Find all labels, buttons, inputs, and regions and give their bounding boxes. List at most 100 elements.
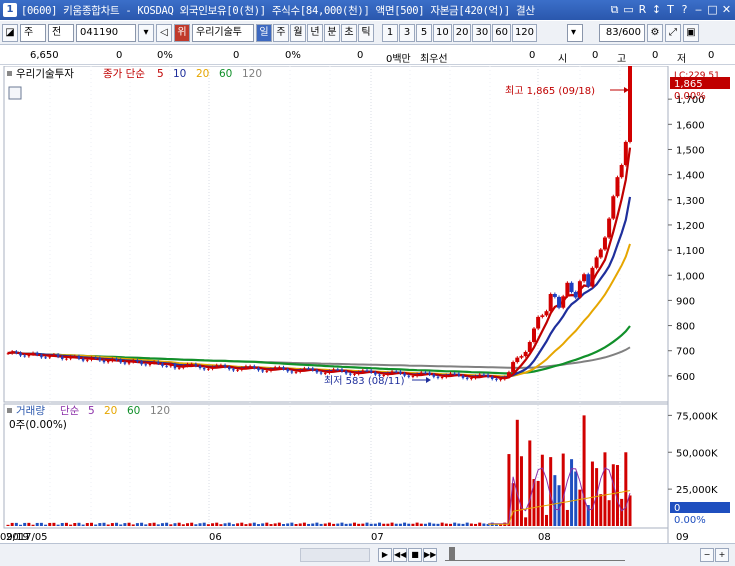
price-panel xyxy=(3,65,669,403)
text-icon[interactable]: T xyxy=(664,2,677,17)
interval-button-120[interactable]: 120 xyxy=(511,23,538,42)
priority-value: 0 xyxy=(529,50,536,61)
window-icon[interactable]: ▭ xyxy=(622,2,635,17)
candle-body xyxy=(198,365,202,369)
interval-button-30[interactable]: 30 xyxy=(472,23,492,42)
candle-body xyxy=(106,360,110,363)
candle-body xyxy=(561,296,566,308)
reserve-icon[interactable]: R xyxy=(636,2,649,17)
candle-body xyxy=(478,374,481,377)
candle-body xyxy=(415,373,419,376)
candle-body xyxy=(244,366,248,368)
price-tick-label: 800 xyxy=(676,322,695,333)
chart-area[interactable]: 600 700 800 900 1,000 1,100 1,200 1,300 1,400 1,5… xyxy=(0,56,735,566)
period-select[interactable]: 주 xyxy=(20,23,46,42)
candle-body xyxy=(265,370,269,372)
stock-name-button[interactable]: 위 xyxy=(174,23,190,42)
settings-icon[interactable]: ⚙ xyxy=(647,23,664,42)
volume-bar xyxy=(31,524,35,526)
help-icon[interactable]: ? xyxy=(678,2,691,17)
volume-bar xyxy=(81,524,85,526)
chevron-down-icon[interactable]: ▾ xyxy=(138,23,154,42)
volume-bar xyxy=(77,522,81,526)
low-value: 0 xyxy=(708,50,715,61)
candle-body xyxy=(236,369,239,371)
volume-bar xyxy=(369,523,373,526)
interval-dropdown[interactable]: ▾ xyxy=(567,23,584,42)
volume-bar xyxy=(315,522,319,526)
last-pct-box: 0.00% xyxy=(674,91,706,102)
candle-body xyxy=(557,296,562,308)
window-title: [0600] 키움종합차트 - KOSDAQ 외국인보유[0(천)] 주식수[8… xyxy=(21,4,535,17)
zoom-out-button[interactable]: − xyxy=(700,548,714,562)
nav-button-1[interactable]: ◀◀ xyxy=(393,548,407,562)
candle-body xyxy=(148,363,152,365)
sort-icon[interactable]: ↕ xyxy=(650,2,663,17)
type-select[interactable]: 전 xyxy=(48,23,74,42)
volume-bar xyxy=(436,523,440,526)
zoom-slider-handle[interactable] xyxy=(449,547,455,561)
volume-bar xyxy=(620,498,624,526)
interval-button-5[interactable]: 5 xyxy=(416,23,432,42)
zoom-in-button[interactable]: + xyxy=(715,548,729,562)
nav-button-2[interactable]: ■ xyxy=(408,548,422,562)
candle-body xyxy=(61,356,64,360)
speaker-icon[interactable]: ◁ xyxy=(156,23,172,42)
interval-button-60[interactable]: 60 xyxy=(492,23,511,42)
volume-bar xyxy=(332,523,336,526)
scroll-track[interactable] xyxy=(300,548,370,562)
save-icon[interactable]: ▣ xyxy=(683,23,700,42)
volume-bar xyxy=(206,524,210,526)
volume-bar xyxy=(444,523,448,526)
price-chart-svg[interactable]: 6007008009001,0001,1001,2001,3001,4001,5… xyxy=(0,56,735,544)
period-button-1[interactable]: 주 xyxy=(273,23,289,42)
period-button-6[interactable]: 틱 xyxy=(358,23,374,42)
candle-body xyxy=(470,378,473,380)
period-button-3[interactable]: 년 xyxy=(307,23,323,42)
candle-body xyxy=(531,328,536,343)
volume-bar xyxy=(48,522,52,526)
close-icon[interactable]: ✕ xyxy=(720,2,733,17)
calendar-icon[interactable] xyxy=(8,86,22,100)
chart-type-icon[interactable]: ◪ xyxy=(2,23,18,42)
interval-button-3[interactable]: 3 xyxy=(399,23,415,42)
candle-body xyxy=(152,361,156,364)
volume-bar xyxy=(340,522,344,526)
interval-button-1[interactable]: 1 xyxy=(382,23,398,42)
candle-body xyxy=(340,369,344,372)
volume-bar xyxy=(348,523,352,526)
price-tick-label: 1,500 xyxy=(676,145,705,156)
candle-body xyxy=(202,368,206,370)
maximize-icon[interactable]: □ xyxy=(706,2,719,17)
volume-bar xyxy=(194,524,198,526)
stock-code-input[interactable]: 041190 xyxy=(76,23,136,42)
volume-bar xyxy=(382,523,386,526)
candle-body xyxy=(90,357,93,360)
candle-body xyxy=(215,365,218,367)
period-button-0[interactable]: 일 xyxy=(256,23,272,42)
price-tick-label: 600 xyxy=(676,372,695,383)
zoom-slider[interactable] xyxy=(445,549,625,561)
candle-body xyxy=(440,376,444,378)
open-value: 0 xyxy=(592,50,599,61)
nav-button-0[interactable]: ▶ xyxy=(378,548,392,562)
volume-bar xyxy=(186,523,190,526)
period-button-2[interactable]: 월 xyxy=(290,23,306,42)
candle-body xyxy=(353,373,356,375)
candle-body xyxy=(290,371,294,373)
interval-button-10[interactable]: 10 xyxy=(433,23,452,42)
candle-body xyxy=(44,357,47,359)
copy-icon[interactable]: ⧉ xyxy=(608,2,621,17)
candle-body xyxy=(19,352,22,356)
minimize-icon[interactable]: ‒ xyxy=(692,2,705,17)
period-button-5[interactable]: 초 xyxy=(341,23,357,42)
candle-body xyxy=(10,351,14,354)
nav-button-3[interactable]: ▶▶ xyxy=(423,548,437,562)
stock-name-field[interactable]: 우리기술투 xyxy=(192,23,254,42)
candle-body xyxy=(445,374,448,377)
interval-button-20[interactable]: 20 xyxy=(452,23,472,42)
volume-bar xyxy=(123,523,127,526)
zoom-icon[interactable]: ⤢ xyxy=(665,23,682,42)
period-button-4[interactable]: 분 xyxy=(324,23,340,42)
candle-body xyxy=(623,141,628,165)
